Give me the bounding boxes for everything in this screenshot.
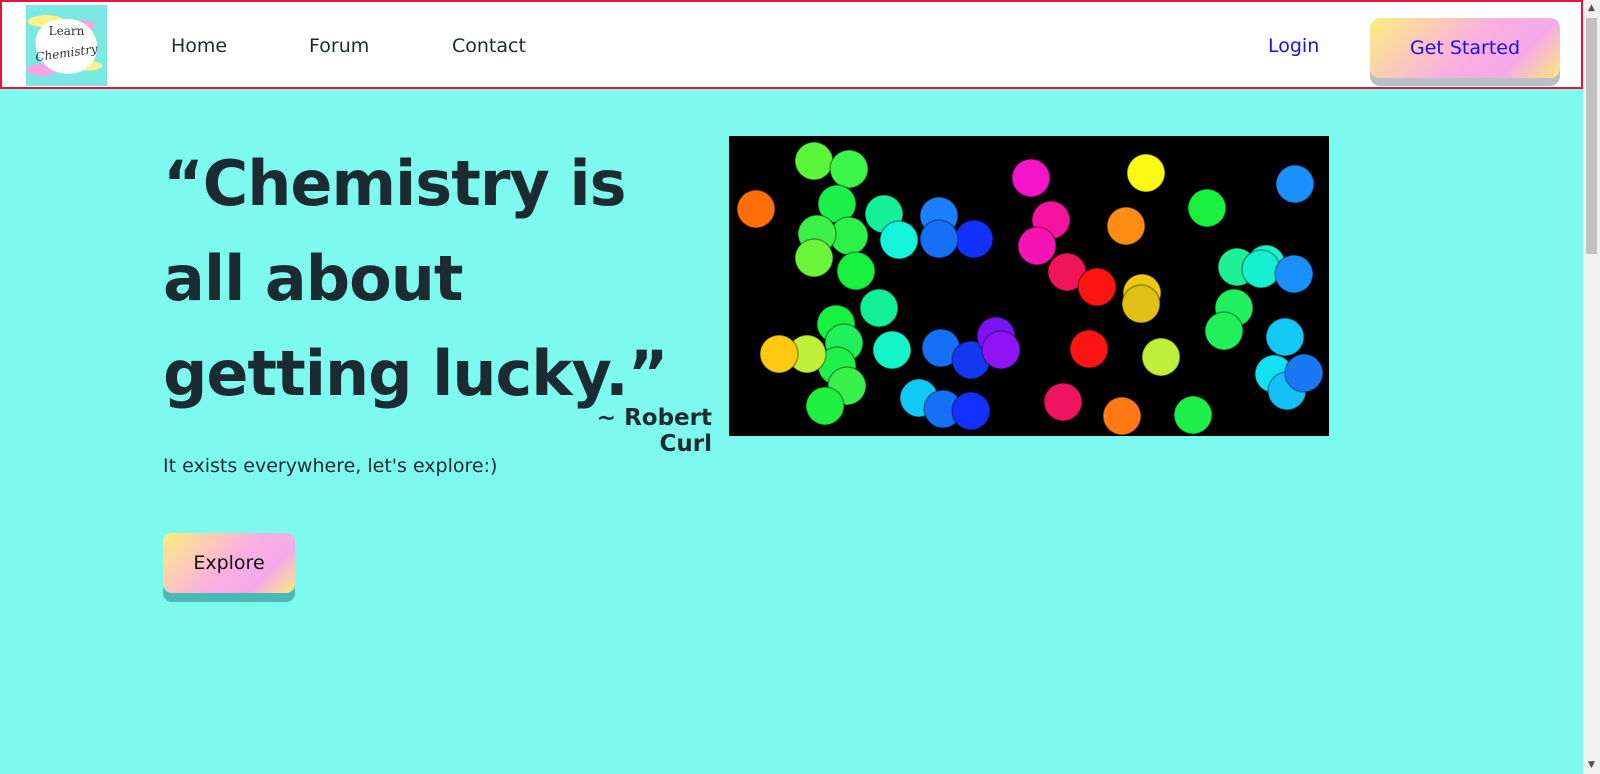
arrow-up-icon[interactable]: ▲ [1583, 0, 1600, 17]
hero-quote: “Chemistry is all about getting lucky.” [163, 147, 668, 410]
particle-dot [859, 288, 899, 328]
particle-dot [879, 220, 919, 260]
particle-dot [1121, 284, 1161, 324]
particle-dot [919, 219, 959, 259]
quote-author: ~ Robert Curl [596, 405, 712, 457]
particle-dot [1017, 226, 1057, 266]
particle-dot [1275, 164, 1315, 204]
particle-dot [1043, 382, 1083, 422]
particle-dot [951, 391, 991, 431]
particle-dot [1069, 329, 1109, 369]
particle-dot [836, 251, 876, 291]
logo-text-learn: Learn [48, 24, 85, 38]
particle-dot [981, 330, 1021, 370]
particle-dot [1173, 395, 1213, 435]
nav-link-home[interactable]: Home [171, 35, 227, 57]
scrollbar[interactable]: ▲ ▼ [1583, 0, 1600, 774]
particle-dot [736, 189, 776, 229]
particle-dot [759, 334, 799, 374]
nav-link-forum[interactable]: Forum [309, 35, 369, 57]
particle-dot [1187, 188, 1227, 228]
particle-dot [794, 238, 834, 278]
nav-link-contact[interactable]: Contact [452, 35, 526, 57]
scroll-thumb[interactable] [1586, 18, 1597, 254]
particle-dot [1106, 206, 1146, 246]
particle-dot [794, 141, 834, 181]
particle-dot [1204, 311, 1244, 351]
login-link[interactable]: Login [1268, 35, 1319, 57]
particle-dot [1284, 353, 1324, 393]
particle-dot [954, 219, 994, 259]
logo[interactable]: Learn Chemistry [26, 5, 107, 86]
particle-dot [1141, 337, 1181, 377]
hero-tagline: It exists everywhere, let's explore:) [163, 455, 498, 477]
particle-dot [1126, 153, 1166, 193]
particle-dot [1241, 249, 1281, 289]
particle-dot [805, 386, 845, 426]
get-started-button[interactable]: Get Started [1370, 18, 1560, 78]
particle-dot [1274, 254, 1314, 294]
particle-dot [829, 149, 869, 189]
arrow-down-icon[interactable]: ▼ [1583, 757, 1600, 774]
explore-button[interactable]: Explore [163, 533, 295, 593]
particles-svg [736, 141, 1324, 436]
particle-dot [1265, 317, 1305, 357]
navbar: Learn Chemistry Home Forum Contact Login… [0, 0, 1583, 89]
particle-dot [872, 330, 912, 370]
particle-dot [1011, 158, 1051, 198]
particle-dot [1077, 267, 1117, 307]
particles-canvas [729, 136, 1329, 436]
particle-dot [1102, 396, 1142, 436]
